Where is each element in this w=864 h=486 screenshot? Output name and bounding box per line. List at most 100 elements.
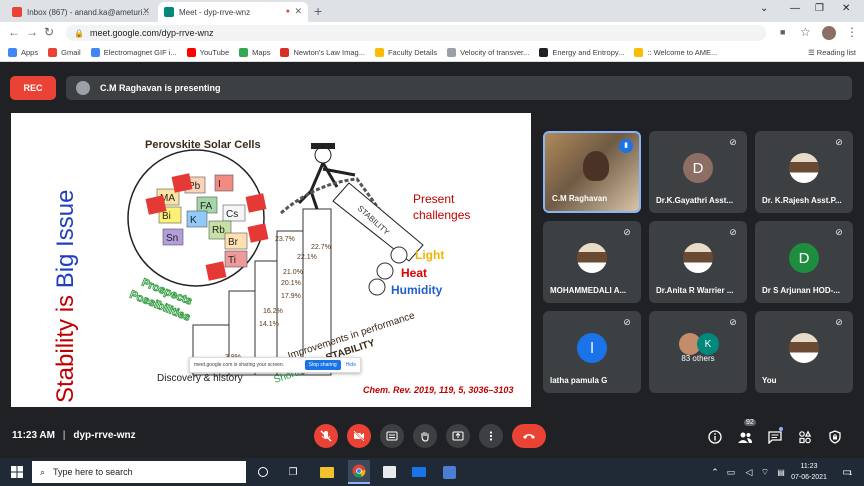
close-window-button[interactable]: ✕	[842, 3, 850, 14]
back-icon[interactable]: ←	[8, 25, 20, 39]
activities-button[interactable]	[796, 428, 814, 446]
bookmark-item[interactable]: Newton's Law Imag...	[280, 48, 365, 57]
reading-list-button[interactable]: ☰ Reading list	[808, 48, 856, 57]
bookmark-item[interactable]: Apps	[8, 48, 38, 57]
tab-gmail[interactable]: Inbox (867) - anand.ka@ameturi... ✕	[6, 2, 156, 22]
percent-label: 17.9%	[281, 293, 301, 300]
camera-in-use-icon[interactable]: ■	[780, 27, 785, 37]
captions-button[interactable]	[380, 424, 404, 448]
element-symbol: Bi	[162, 211, 171, 222]
site-icon	[447, 48, 457, 57]
forward-icon[interactable]: →	[26, 25, 38, 39]
tab-search-icon[interactable]: ⌄	[760, 3, 768, 14]
close-tab-icon[interactable]: ●	[286, 8, 290, 15]
clock-date: 07-06-2021	[791, 474, 827, 481]
more-options-button[interactable]	[479, 424, 503, 448]
taskbar-search-box[interactable]: ⌕ Type here to search	[32, 461, 246, 483]
participant-tile[interactable]: ⊘ D Dr.K.Gayathri Asst...	[649, 131, 747, 213]
stop-sharing-button[interactable]: Stop sharing	[304, 360, 341, 370]
bookmark-item[interactable]: Maps	[239, 48, 270, 57]
recording-badge[interactable]: REC	[10, 76, 56, 100]
presenting-banner: C.M Raghavan is presenting	[66, 76, 852, 100]
participant-photo	[789, 153, 819, 183]
hide-button[interactable]: Hide	[346, 362, 356, 368]
participant-tile[interactable]: ⊘ You	[755, 311, 853, 393]
bulb-light	[390, 246, 408, 264]
participant-tile[interactable]: ⊘ Dr.Anita R Warrier ...	[649, 221, 747, 303]
meet-icon	[164, 7, 174, 17]
captions-icon	[386, 431, 398, 441]
windows-start-icon[interactable]	[8, 463, 26, 481]
activities-icon	[799, 430, 812, 444]
leave-call-button[interactable]	[512, 424, 546, 448]
bookmark-star-icon[interactable]: ☆	[800, 25, 811, 39]
store-icon[interactable]	[380, 463, 398, 481]
hang-up-icon	[523, 434, 535, 439]
participant-photo	[577, 243, 607, 273]
participant-name: Dr. K.Rajesh Asst.P...	[762, 196, 842, 205]
menu-kebab-icon[interactable]: ⋮	[846, 25, 858, 39]
raise-hand-button[interactable]	[413, 424, 437, 448]
site-icon	[539, 48, 549, 57]
bookmark-item[interactable]: :: Welcome to AME...	[634, 48, 717, 57]
light-label: Light	[415, 248, 444, 262]
browser-tab-strip: Inbox (867) - anand.ka@ameturi... ✕ Meet…	[0, 0, 864, 22]
present-now-button[interactable]	[446, 424, 470, 448]
clock-time: 11:23	[800, 463, 818, 470]
new-tab-button[interactable]: +	[314, 3, 322, 19]
notification-center-icon[interactable]: ▭ 1	[838, 463, 856, 481]
person-hat	[311, 143, 335, 149]
bookmark-item[interactable]: Electromagnet GIF i...	[90, 48, 177, 57]
percent-label: 23.7%	[275, 236, 295, 243]
percent-label: 14.1%	[259, 321, 279, 328]
info-icon	[708, 430, 722, 444]
chrome-icon[interactable]	[348, 460, 370, 484]
host-controls-button[interactable]	[826, 428, 844, 446]
chat-button[interactable]	[766, 427, 784, 446]
participant-tile[interactable]: ⊘ MOHAMMEDALI A...	[543, 221, 641, 303]
network-icon[interactable]: ▭	[722, 463, 740, 481]
meeting-details: 11:23 AM | dyp-rrve-wnz	[12, 430, 136, 441]
profile-avatar[interactable]	[822, 26, 836, 40]
participant-tile[interactable]: ▮ C.M Raghavan	[543, 131, 641, 213]
participant-name: Dr.K.Gayathri Asst...	[656, 196, 734, 205]
tab-meet[interactable]: Meet - dyp-rrve-wnz ● ✕	[158, 2, 308, 22]
participant-tile[interactable]: ⊘ l latha pamula G	[543, 311, 641, 393]
camera-toggle-button[interactable]	[347, 424, 371, 448]
bookmark-item[interactable]: Velocity of transver...	[447, 48, 529, 57]
bookmark-item[interactable]: Gmail	[48, 48, 81, 57]
people-button[interactable]: 92	[736, 419, 756, 446]
file-explorer-icon[interactable]	[318, 463, 336, 481]
bulb-humidity	[368, 278, 386, 296]
address-bar[interactable]: 🔒 meet.google.com/dyp-rrve-wnz	[66, 25, 766, 41]
mail-icon[interactable]	[410, 463, 428, 481]
mic-off-icon: ⊘	[623, 317, 631, 327]
restore-button[interactable]: ❐	[815, 3, 824, 14]
meeting-info-button[interactable]	[706, 428, 724, 446]
cortana-icon[interactable]	[254, 463, 272, 481]
meeting-code: dyp-rrve-wnz	[73, 430, 136, 441]
people-icon	[738, 432, 752, 443]
bookmark-item[interactable]: YouTube	[186, 48, 229, 57]
search-placeholder: Type here to search	[53, 467, 133, 477]
close-tab-icon[interactable]: ✕	[294, 6, 302, 17]
bookmark-label: :: Welcome to AME...	[647, 48, 718, 57]
close-tab-icon[interactable]: ✕	[142, 6, 150, 17]
app-icon[interactable]	[440, 463, 458, 481]
participant-tile[interactable]: ⊘ Dr. K.Rajesh Asst.P...	[755, 131, 853, 213]
task-view-icon[interactable]: ❐	[284, 463, 302, 481]
humidity-label: Humidity	[391, 283, 443, 297]
reload-icon[interactable]: ↻	[44, 25, 54, 39]
present-icon	[452, 431, 464, 441]
minimize-button[interactable]: —	[790, 3, 800, 14]
participant-tile[interactable]: ⊘ K 83 others	[649, 311, 747, 393]
mic-toggle-button[interactable]	[314, 424, 338, 448]
bookmark-item[interactable]: Faculty Details	[374, 48, 437, 57]
circle-title: Perovskite Solar Cells	[145, 139, 261, 151]
participant-tile[interactable]: ⊘ D Dr S Arjunan HOD-...	[755, 221, 853, 303]
mic-off-icon: ⊘	[835, 317, 843, 327]
participant-avatar: D	[683, 153, 713, 183]
bookmark-item[interactable]: Energy and Entropy...	[539, 48, 624, 57]
url-text: meet.google.com/dyp-rrve-wnz	[89, 28, 214, 38]
taskbar-clock[interactable]: 11:23 07-06-2021	[786, 461, 832, 483]
